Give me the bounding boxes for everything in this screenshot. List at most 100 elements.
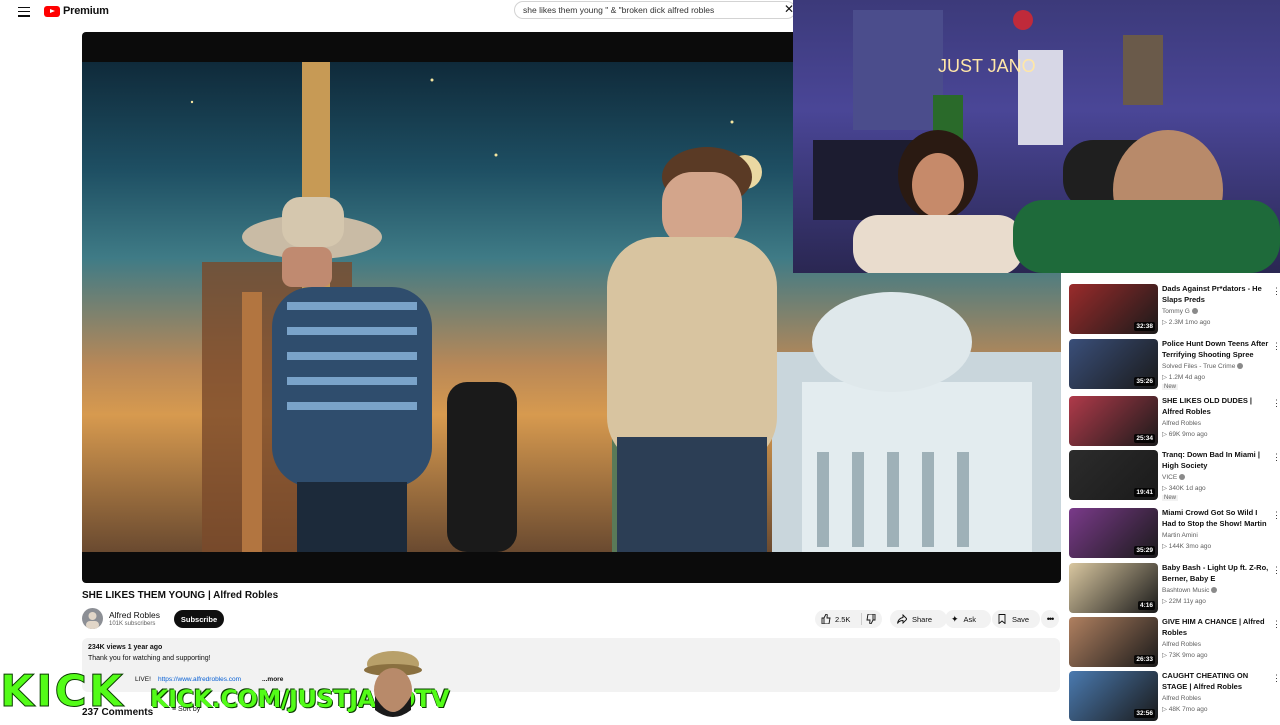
recommendation-item[interactable]: 32:56 CAUGHT CHEATING ON STAGE | Alfred R…: [1069, 671, 1280, 721]
thumbs-down-icon: [866, 614, 876, 624]
share-button[interactable]: Share: [890, 610, 947, 628]
view-count-date: 234K views 1 year ago: [88, 644, 163, 651]
video-thumbnail[interactable]: 35:29: [1069, 508, 1158, 558]
more-horizontal-icon: •••: [1046, 614, 1055, 624]
channel-label: Solved Files - True Crime: [1162, 363, 1236, 370]
recommendation-channel[interactable]: Alfred Robles: [1162, 695, 1201, 702]
verified-icon: [1237, 363, 1244, 370]
recommendation-title[interactable]: GIVE HIM A CHANCE | Alfred Robles: [1162, 617, 1272, 638]
subscribe-button[interactable]: Subscribe: [174, 610, 224, 628]
more-vertical-icon[interactable]: ⋮: [1272, 619, 1280, 630]
youtube-premium-logo[interactable]: Premium: [44, 4, 109, 18]
recommendation-channel[interactable]: Martin Amini: [1162, 532, 1198, 539]
kick-logo: KICK: [0, 666, 125, 717]
channel-label: VICE: [1162, 474, 1178, 481]
recommendation-meta: ▷ 2.3M 1mo ago: [1162, 319, 1211, 326]
verified-icon: [1191, 308, 1198, 315]
share-icon: [897, 614, 907, 624]
channel-name[interactable]: Alfred Robles: [109, 610, 160, 620]
more-actions-button[interactable]: •••: [1041, 610, 1059, 628]
recommendation-title[interactable]: Dads Against Pr*dators - He Slaps Preds: [1162, 284, 1272, 305]
recommendation-meta: ▷ 144K 3mo ago: [1162, 543, 1212, 550]
menu-icon[interactable]: [16, 4, 32, 18]
search-input[interactable]: she likes them young " & "broken dick al…: [514, 1, 796, 19]
recommendation-item[interactable]: 35:29 Miami Crowd Got So Wild I Had to St…: [1069, 508, 1280, 558]
description-box[interactable]: [82, 638, 1060, 692]
recommendation-channel[interactable]: Solved Files - True Crime: [1162, 363, 1244, 370]
duration-badge: 32:38: [1134, 322, 1155, 331]
duration-badge: 26:33: [1134, 655, 1155, 664]
channel-label: Martin Amini: [1162, 532, 1198, 539]
bookmark-icon: [998, 614, 1006, 624]
more-vertical-icon[interactable]: ⋮: [1272, 398, 1280, 409]
video-thumbnail[interactable]: 4:16: [1069, 563, 1158, 613]
save-label: Save: [1012, 614, 1030, 624]
new-badge: New: [1162, 384, 1179, 390]
channel-avatar[interactable]: [82, 608, 103, 629]
video-thumbnail[interactable]: 32:56: [1069, 671, 1158, 721]
subscriber-count: 101K subscribers: [109, 621, 156, 627]
recommendation-channel[interactable]: Alfred Robles: [1162, 420, 1201, 427]
sparkle-icon: ✦: [951, 613, 959, 624]
recommendation-meta: ▷ 73K 9mo ago: [1162, 652, 1208, 659]
video-thumbnail[interactable]: 32:38: [1069, 284, 1158, 334]
show-more-link[interactable]: ...more: [262, 676, 283, 683]
recommendation-meta: ▷ 1.2M 4d ago: [1162, 374, 1205, 381]
duration-badge: 32:56: [1134, 709, 1155, 718]
thumbs-up-icon: [821, 614, 831, 624]
recommendation-title[interactable]: Police Hunt Down Teens After Terrifying …: [1162, 339, 1272, 360]
logo-text: Premium: [63, 5, 109, 17]
more-vertical-icon[interactable]: ⋮: [1272, 286, 1280, 297]
recommendation-title[interactable]: Baby Bash - Light Up ft. Z-Ro, Berner, B…: [1162, 563, 1272, 584]
recommendation-channel[interactable]: Bashtown Music: [1162, 587, 1218, 594]
streamer-cutout-image: [362, 648, 424, 720]
duration-badge: 19:41: [1134, 488, 1155, 497]
video-thumbnail[interactable]: 26:33: [1069, 617, 1158, 667]
duration-badge: 35:29: [1134, 546, 1155, 555]
recommendation-title[interactable]: SHE LIKES OLD DUDES | Alfred Robles: [1162, 396, 1272, 417]
divider: [861, 613, 862, 625]
youtube-play-icon: [44, 5, 60, 17]
more-vertical-icon[interactable]: ⋮: [1272, 341, 1280, 352]
webcam-overlay: JUST JANO: [793, 0, 1280, 273]
recommendation-title[interactable]: CAUGHT CHEATING ON STAGE | Alfred Robles: [1162, 671, 1272, 692]
like-button[interactable]: 2.5K: [815, 614, 857, 624]
verified-icon: [1179, 474, 1186, 481]
recommendation-meta: ▷ 22M 11y ago: [1162, 598, 1206, 605]
video-thumbnail[interactable]: 35:26: [1069, 339, 1158, 389]
more-vertical-icon[interactable]: ⋮: [1272, 510, 1280, 521]
recommendation-channel[interactable]: Alfred Robles: [1162, 641, 1201, 648]
like-count: 2.5K: [835, 614, 851, 624]
recommendation-item[interactable]: 32:38 Dads Against Pr*dators - He Slaps P…: [1069, 284, 1280, 334]
verified-icon: [1211, 587, 1218, 594]
description-link[interactable]: https://www.alfredrobles.com: [158, 676, 241, 683]
more-vertical-icon[interactable]: ⋮: [1272, 673, 1280, 684]
more-vertical-icon[interactable]: ⋮: [1272, 452, 1280, 463]
duration-badge: 25:34: [1134, 434, 1155, 443]
duration-badge: 35:26: [1134, 377, 1155, 386]
video-title: SHE LIKES THEM YOUNG | Alfred Robles: [82, 590, 279, 601]
recommendation-meta: ▷ 340K 1d ago: [1162, 485, 1206, 492]
recommendation-item[interactable]: 35:26 Police Hunt Down Teens After Terrif…: [1069, 339, 1280, 390]
description-text: Thank you for watching and supporting!: [88, 655, 211, 662]
recommendation-title[interactable]: Tranq: Down Bad In Miami | High Society: [1162, 450, 1272, 471]
recommendation-item[interactable]: 25:34 SHE LIKES OLD DUDES | Alfred Robles…: [1069, 396, 1280, 446]
more-vertical-icon[interactable]: ⋮: [1272, 565, 1280, 576]
recommendation-meta: ▷ 48K 7mo ago: [1162, 706, 1208, 713]
share-label: Share: [912, 614, 933, 624]
like-dislike-group: 2.5K: [815, 610, 882, 628]
recommendation-title[interactable]: Miami Crowd Got So Wild I Had to Stop th…: [1162, 508, 1272, 530]
channel-label: Bashtown Music: [1162, 587, 1210, 594]
dislike-button[interactable]: [866, 614, 876, 624]
recommendation-item[interactable]: 4:16 Baby Bash - Light Up ft. Z-Ro, Berne…: [1069, 563, 1280, 613]
save-button[interactable]: Save: [992, 610, 1040, 628]
video-thumbnail[interactable]: 25:34: [1069, 396, 1158, 446]
ask-label: Ask: [963, 614, 977, 624]
channel-label: Tommy G: [1162, 308, 1190, 315]
recommendation-channel[interactable]: Tommy G: [1162, 308, 1198, 315]
video-thumbnail[interactable]: 19:41: [1069, 450, 1158, 500]
ask-button[interactable]: ✦ Ask: [945, 610, 991, 628]
recommendation-channel[interactable]: VICE: [1162, 474, 1186, 481]
recommendation-item[interactable]: 26:33 GIVE HIM A CHANCE | Alfred Robles Al…: [1069, 617, 1280, 667]
recommendation-item[interactable]: 19:41 Tranq: Down Bad In Miami | High Soc…: [1069, 450, 1280, 501]
